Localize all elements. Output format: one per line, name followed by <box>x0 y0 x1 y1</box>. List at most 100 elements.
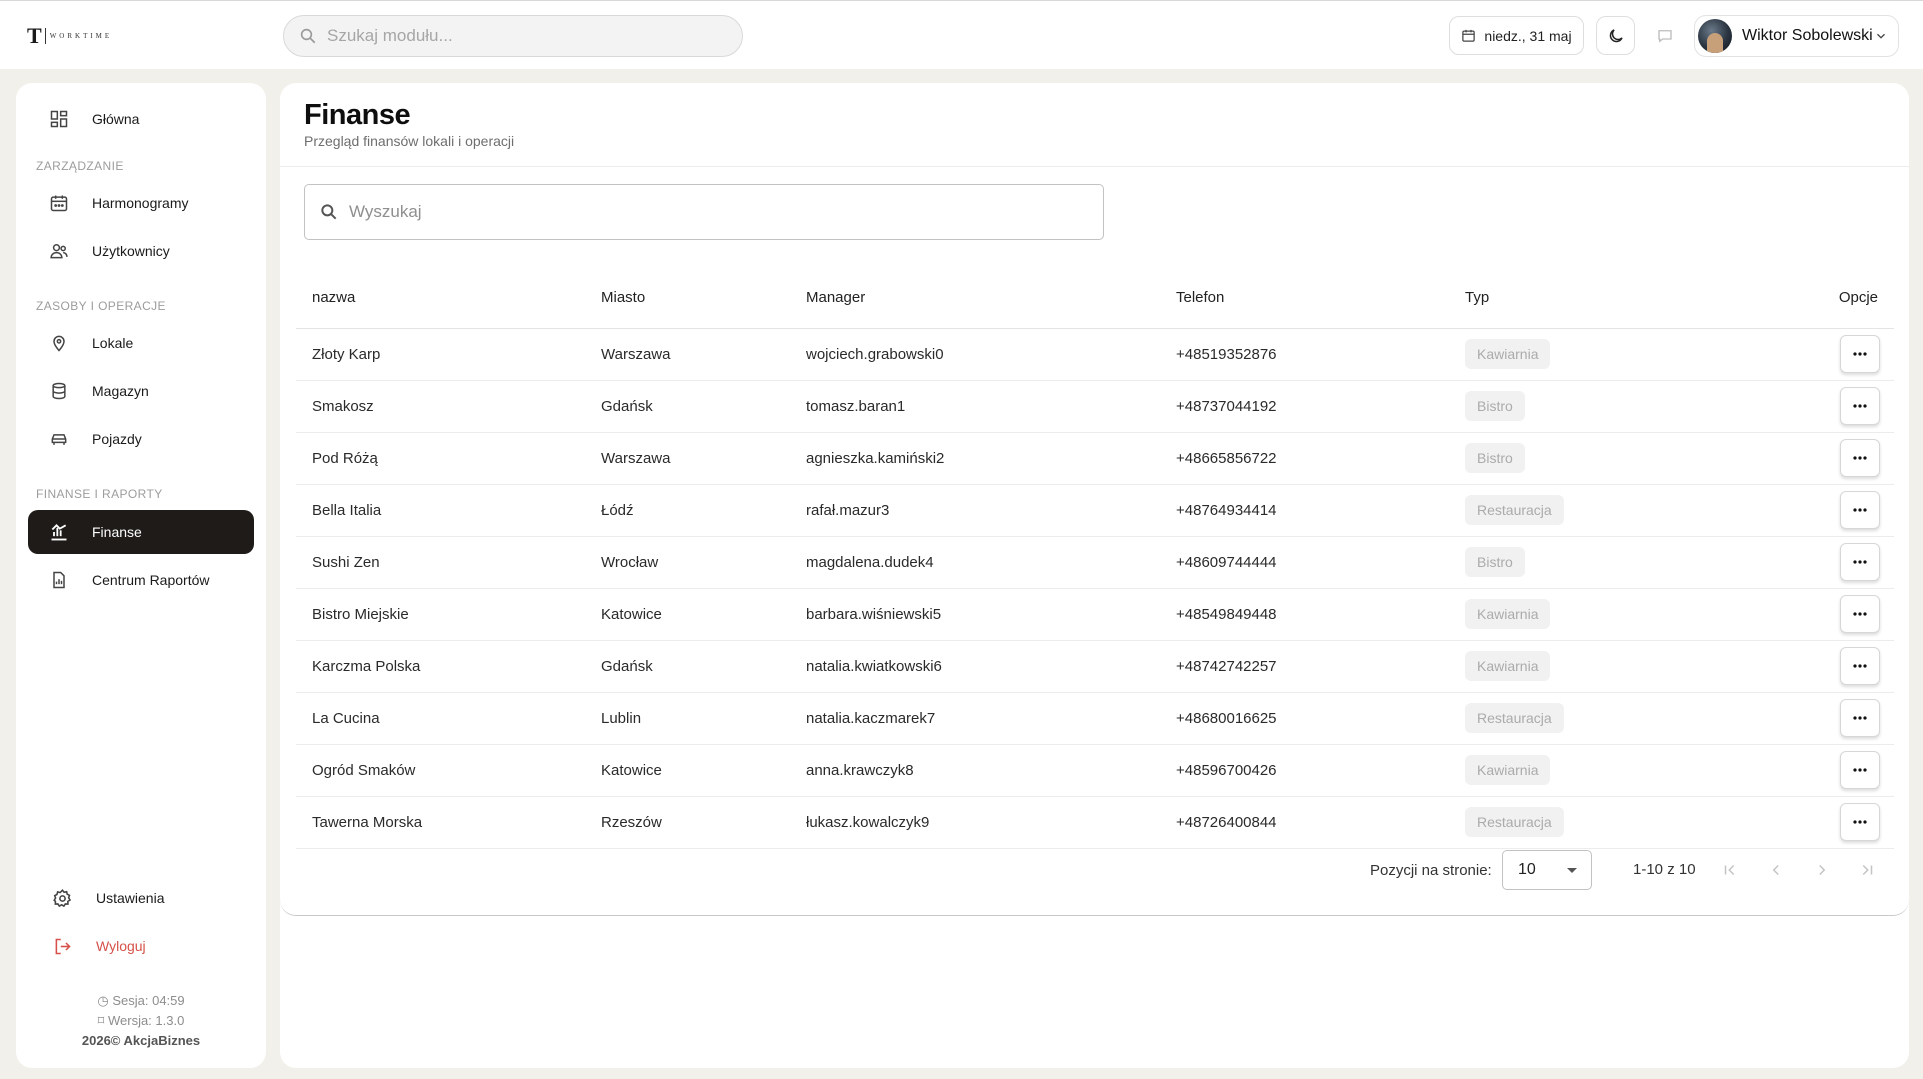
module-search-input[interactable] <box>327 26 707 46</box>
section-label-resources: ZASOBY I OPERACJE <box>36 299 166 313</box>
table-row[interactable]: Tawerna Morska Rzeszów łukasz.kowalczyk9 +4… <box>296 796 1894 849</box>
table-row[interactable]: La Cucina Lublin natalia.kaczmarek7 +486800… <box>296 692 1894 745</box>
cell-phone: +48549849448 <box>1160 588 1449 641</box>
type-badge: Bistro <box>1465 391 1525 421</box>
sidebar-item-home[interactable]: Główna <box>28 97 254 141</box>
locations-table: nazwa Miasto Manager Telefon Typ Opcje Z… <box>296 268 1894 849</box>
cell-name: Ogród Smaków <box>296 744 585 797</box>
type-badge: Restauracja <box>1465 807 1564 837</box>
first-page-icon <box>1724 864 1735 876</box>
logo-divider <box>44 28 46 44</box>
cell-manager: magdalena.dudek4 <box>790 536 1160 589</box>
column-header-city[interactable]: Miasto <box>585 268 790 329</box>
more-horizontal-icon <box>1853 560 1867 564</box>
search-icon <box>300 28 316 44</box>
search-icon <box>321 204 337 220</box>
finance-card: Finanse Przegląd finansów lokali i opera… <box>280 83 1909 916</box>
next-page-button[interactable] <box>1808 856 1836 884</box>
sidebar-item-label: Ustawienia <box>96 890 165 906</box>
more-horizontal-icon <box>1853 508 1867 512</box>
table-row[interactable]: Smakosz Gdańsk tomasz.baran1 +48737044192 Bi… <box>296 380 1894 433</box>
row-options-button[interactable] <box>1840 543 1880 581</box>
chevron-right-icon <box>1819 864 1826 876</box>
sidebar-item-settings[interactable]: Ustawienia <box>28 876 254 920</box>
sidebar-item-label: Centrum Raportów <box>92 572 210 588</box>
module-search[interactable] <box>283 15 743 57</box>
sidebar-item-users[interactable]: Użytkownicy <box>28 229 254 273</box>
previous-page-button[interactable] <box>1762 856 1790 884</box>
column-header-type[interactable]: Typ <box>1449 268 1759 329</box>
header-divider <box>280 166 1909 167</box>
table-header-row: nazwa Miasto Manager Telefon Typ Opcje <box>296 268 1894 329</box>
cell-name: Sushi Zen <box>296 536 585 589</box>
tag-icon: ⌑ <box>97 1013 105 1028</box>
more-horizontal-icon <box>1853 404 1867 408</box>
cell-manager: tomasz.baran1 <box>790 380 1160 433</box>
sidebar-item-label: Użytkownicy <box>92 243 170 259</box>
session-info: ◷ Sesja: 04:59 ⌑ Wersja: 1.3.0 2026© Akc… <box>16 991 266 1051</box>
table-row[interactable]: Ogród Smaków Katowice anna.krawczyk8 +48596… <box>296 744 1894 797</box>
date-text: niedz., 31 maj <box>1484 27 1572 44</box>
date-display[interactable]: niedz., 31 maj <box>1449 16 1584 55</box>
row-options-button[interactable] <box>1840 699 1880 737</box>
section-label-finance: FINANSE I RAPORTY <box>36 487 163 501</box>
sidebar-item-locations[interactable]: Lokale <box>28 321 254 365</box>
sidebar-item-warehouse[interactable]: Magazyn <box>28 369 254 413</box>
sidebar-item-logout[interactable]: Wyloguj <box>28 924 254 968</box>
cell-type: Kawiarnia <box>1449 640 1759 693</box>
cell-city: Katowice <box>585 744 790 797</box>
table-row[interactable]: Bistro Miejskie Katowice barbara.wiśniewsk… <box>296 588 1894 641</box>
rows-per-page-select[interactable]: 10 <box>1502 850 1592 890</box>
row-options-button[interactable] <box>1840 647 1880 685</box>
column-header-phone[interactable]: Telefon <box>1160 268 1449 329</box>
cell-type: Kawiarnia <box>1449 328 1759 381</box>
row-options-button[interactable] <box>1840 595 1880 633</box>
cell-city: Katowice <box>585 588 790 641</box>
sidebar-item-vehicles[interactable]: Pojazdy <box>28 417 254 461</box>
table-row[interactable]: Pod Różą Warszawa agnieszka.kamiński2 +4866… <box>296 432 1894 485</box>
first-page-button[interactable] <box>1716 856 1744 884</box>
app-logo[interactable]: T WORKTIME <box>27 23 112 48</box>
row-options-button[interactable] <box>1840 387 1880 425</box>
table-row[interactable]: Sushi Zen Wrocław magdalena.dudek4 +4860974… <box>296 536 1894 589</box>
table-row[interactable]: Bella Italia Łódź rafał.mazur3 +48764934414… <box>296 484 1894 537</box>
pagination-range: 1-10 z 10 <box>1633 861 1696 878</box>
report-file-icon <box>48 569 70 591</box>
row-options-button[interactable] <box>1840 491 1880 529</box>
last-page-icon <box>1862 864 1873 876</box>
user-menu[interactable]: Wiktor Sobolewski <box>1694 15 1899 57</box>
cell-options <box>1759 692 1894 745</box>
table-row[interactable]: Złoty Karp Warszawa wojciech.grabowski0 +48… <box>296 328 1894 381</box>
sidebar-item-schedules[interactable]: Harmonogramy <box>28 181 254 225</box>
row-options-button[interactable] <box>1840 803 1880 841</box>
column-header-name[interactable]: nazwa <box>296 268 585 329</box>
type-badge: Bistro <box>1465 547 1525 577</box>
row-options-button[interactable] <box>1840 439 1880 477</box>
database-icon <box>48 380 70 402</box>
cell-phone: +48764934414 <box>1160 484 1449 537</box>
cell-phone: +48680016625 <box>1160 692 1449 745</box>
sidebar-item-reports[interactable]: Centrum Raportów <box>28 558 254 602</box>
last-page-button[interactable] <box>1853 856 1881 884</box>
table-row[interactable]: Karczma Polska Gdańsk natalia.kwiatkowski6… <box>296 640 1894 693</box>
cell-options <box>1759 588 1894 641</box>
gear-icon <box>51 887 73 909</box>
messages-button[interactable] <box>1645 16 1684 55</box>
cell-type: Restauracja <box>1449 692 1759 745</box>
table-search[interactable] <box>304 184 1104 240</box>
cell-type: Restauracja <box>1449 796 1759 849</box>
row-options-button[interactable] <box>1840 335 1880 373</box>
column-header-manager[interactable]: Manager <box>790 268 1160 329</box>
cell-phone: +48609744444 <box>1160 536 1449 589</box>
table-search-input[interactable] <box>349 202 1049 222</box>
row-options-button[interactable] <box>1840 751 1880 789</box>
theme-toggle-button[interactable] <box>1596 16 1635 55</box>
sidebar-item-label: Harmonogramy <box>92 195 189 211</box>
car-icon <box>48 428 70 450</box>
cell-type: Restauracja <box>1449 484 1759 537</box>
cell-city: Warszawa <box>585 328 790 381</box>
sidebar-item-finance[interactable]: Finanse <box>28 510 254 554</box>
column-header-options: Opcje <box>1759 268 1894 329</box>
cell-manager: łukasz.kowalczyk9 <box>790 796 1160 849</box>
cell-manager: rafał.mazur3 <box>790 484 1160 537</box>
